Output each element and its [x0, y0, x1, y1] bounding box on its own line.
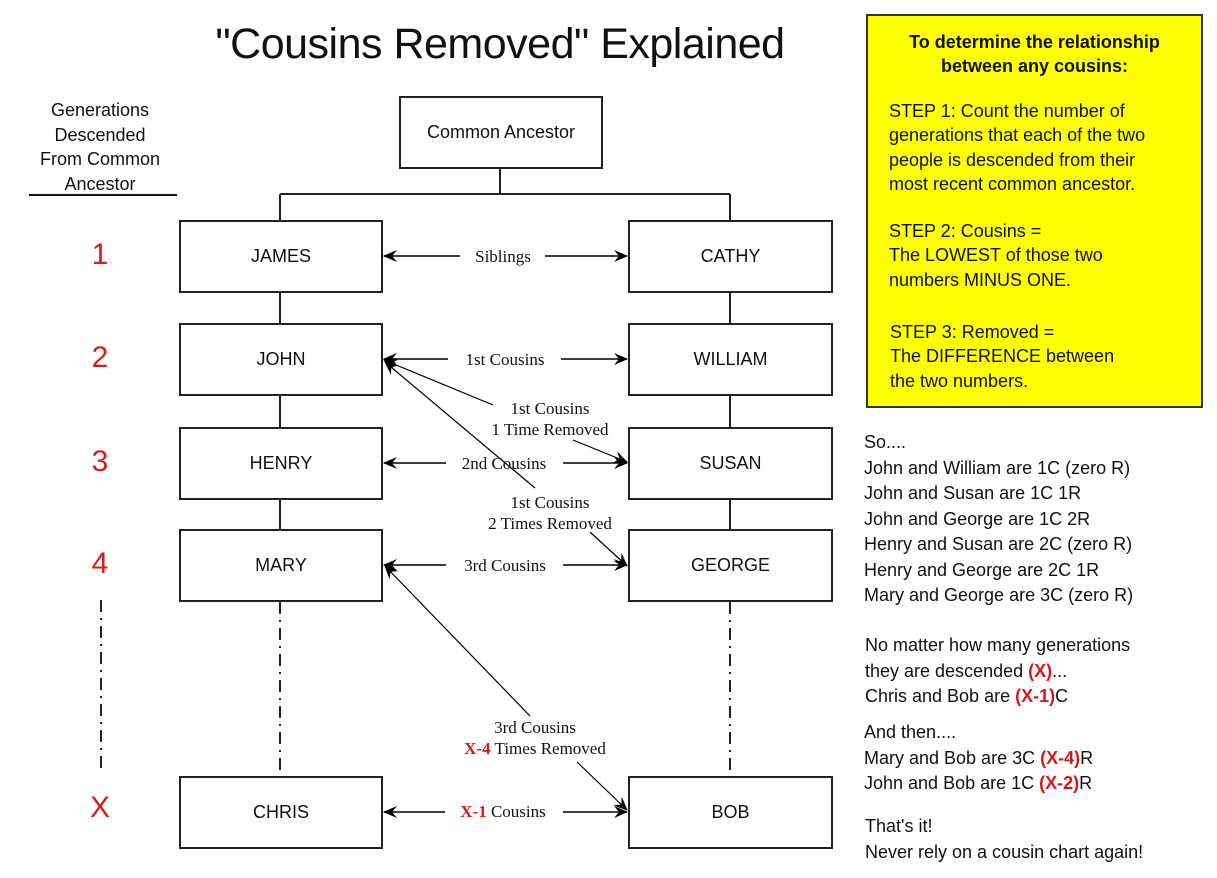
- example-line: Henry and Susan are 2C (zero R): [864, 534, 1133, 554]
- diag-3cxr-up: [384, 565, 531, 717]
- example-line: John and Susan are 1C 1R: [864, 483, 1082, 503]
- person-box-bob: BOB: [628, 776, 833, 849]
- generation-number: 4: [91, 547, 109, 580]
- rules-line: generations that each of the two: [889, 125, 1146, 146]
- gen-header-line: From Common: [39, 149, 160, 169]
- generation-number: 1: [91, 238, 109, 271]
- label-second-cousins: 2nd Cousins: [461, 454, 547, 473]
- rules-line: STEP 2: Cousins =: [889, 221, 1042, 241]
- generation-number: 2: [91, 341, 109, 374]
- then-line: John and Bob are 1C (X-2)R: [864, 771, 1093, 797]
- label-line: 2 Times Removed: [488, 514, 612, 533]
- person-box-george: GEORGE: [628, 529, 833, 602]
- rules-step-2: STEP 2: Cousins = The LOWEST of those tw…: [889, 219, 1103, 292]
- label-line: X-4 Times Removed: [446, 738, 624, 759]
- rules-box: To determine the relationship between an…: [866, 14, 1203, 408]
- label-line: 1 Time Removed: [491, 420, 609, 439]
- rules-step-3: STEP 3: Removed = The DIFFERENCE between…: [890, 320, 1114, 393]
- then-block: And then.... Mary and Bob are 3C (X-4)R …: [864, 720, 1093, 797]
- text-part: they are descended: [865, 660, 1029, 681]
- diag-1c1r-down: [572, 439, 628, 463]
- rules-line: most recent common ancestor.: [889, 173, 1136, 194]
- rules-heading-line: To determine the relationship: [909, 32, 1160, 52]
- then-line: Mary and Bob are 3C (X-4)R: [864, 746, 1093, 772]
- label-siblings: Siblings: [465, 246, 541, 267]
- red-part: (X-2): [1039, 773, 1080, 793]
- label-x-cousins-red: X-1: [460, 802, 487, 821]
- general-rule-block: No matter how many generations they are …: [865, 633, 1130, 710]
- label-text-part: Times Removed: [494, 739, 606, 758]
- label-line: 3rd Cousins: [494, 718, 576, 737]
- diag-3cxr-down: [576, 761, 628, 811]
- generation-number: X: [89, 791, 110, 824]
- label-red-part: X-4: [464, 739, 491, 758]
- label-x-cousins: X-1 Cousins: [445, 801, 561, 822]
- label-first-cousins: 1st Cousins: [452, 349, 558, 370]
- text-part: C: [1055, 686, 1069, 706]
- rules-line: STEP 1: Count the number of: [889, 101, 1125, 121]
- label-line: 1st Cousins: [510, 399, 590, 418]
- red-part: (X-4): [1040, 747, 1081, 768]
- label-x-cousins-text: Cousins: [490, 802, 546, 821]
- closing-line: That's it!: [865, 816, 933, 836]
- examples-intro: So....: [864, 432, 907, 452]
- person-box-cathy: CATHY: [628, 220, 833, 293]
- then-intro: And then....: [864, 722, 957, 742]
- text-part: Chris and Bob are: [865, 686, 1016, 706]
- rules-line: The DIFFERENCE between: [890, 346, 1115, 367]
- person-box-susan: SUSAN: [628, 427, 833, 500]
- gen-header-line: Descended: [54, 124, 146, 145]
- label-3c-xr: 3rd Cousins X-4 Times Removed: [446, 717, 624, 759]
- gen-header-underline: [29, 194, 177, 196]
- rules-line: people is descended from their: [889, 149, 1136, 170]
- rules-line: numbers MINUS ONE.: [889, 269, 1072, 290]
- example-line: John and George are 1C 2R: [864, 508, 1091, 529]
- rules-line: The LOWEST of those two: [889, 245, 1103, 266]
- text-part: R: [1080, 747, 1094, 768]
- rules-line: STEP 3: Removed =: [890, 322, 1055, 342]
- page-title: "Cousins Removed" Explained: [215, 20, 785, 68]
- diag-1c2r-down: [589, 531, 628, 567]
- person-box-chris: CHRIS: [179, 776, 383, 849]
- red-part: (X): [1028, 660, 1053, 681]
- label-third-cousins: 3rd Cousins: [450, 555, 560, 576]
- example-line: Henry and George are 2C 1R: [864, 559, 1100, 580]
- rules-heading-line: between any cousins:: [940, 56, 1129, 76]
- generation-number: 3: [91, 445, 109, 478]
- common-ancestor-box: Common Ancestor: [399, 96, 603, 169]
- general-line: Chris and Bob are (X-1)C: [865, 684, 1130, 710]
- closing-block: That's it! Never rely on a cousin chart …: [865, 814, 1143, 865]
- person-box-william: WILLIAM: [628, 323, 833, 396]
- examples-block: So.... John and William are 1C (zero R) …: [864, 430, 1133, 609]
- text-part: ...: [1052, 660, 1068, 681]
- red-part: (X-1): [1015, 686, 1056, 706]
- example-line: John and William are 1C (zero R): [864, 457, 1131, 478]
- person-box-henry: HENRY: [179, 427, 383, 500]
- text-part: John and Bob are 1C: [864, 773, 1040, 793]
- label-1c-2r: 1st Cousins 2 Times Removed: [467, 492, 633, 534]
- closing-line: Never rely on a cousin chart again!: [865, 841, 1144, 862]
- person-box-mary: MARY: [179, 529, 383, 602]
- label-1c-1r: 1st Cousins 1 Time Removed: [470, 398, 630, 440]
- general-line: No matter how many generations: [865, 635, 1131, 655]
- example-line: Mary and George are 3C (zero R): [864, 585, 1134, 605]
- text-part: Mary and Bob are 3C: [864, 747, 1041, 768]
- general-line: they are descended (X)...: [865, 659, 1130, 685]
- generations-header: Generations Descended From Common Ancest…: [20, 98, 180, 196]
- person-box-john: JOHN: [179, 323, 383, 396]
- rules-heading: To determine the relationship between an…: [868, 30, 1201, 78]
- gen-header-line: Generations: [50, 100, 150, 120]
- label-line: 1st Cousins: [510, 493, 590, 512]
- gen-header-line: Ancestor: [64, 173, 136, 194]
- text-part: R: [1079, 773, 1093, 793]
- person-box-james: JAMES: [179, 220, 383, 293]
- rules-step-1: STEP 1: Count the number of generations …: [889, 99, 1145, 196]
- rules-line: the two numbers.: [890, 370, 1029, 391]
